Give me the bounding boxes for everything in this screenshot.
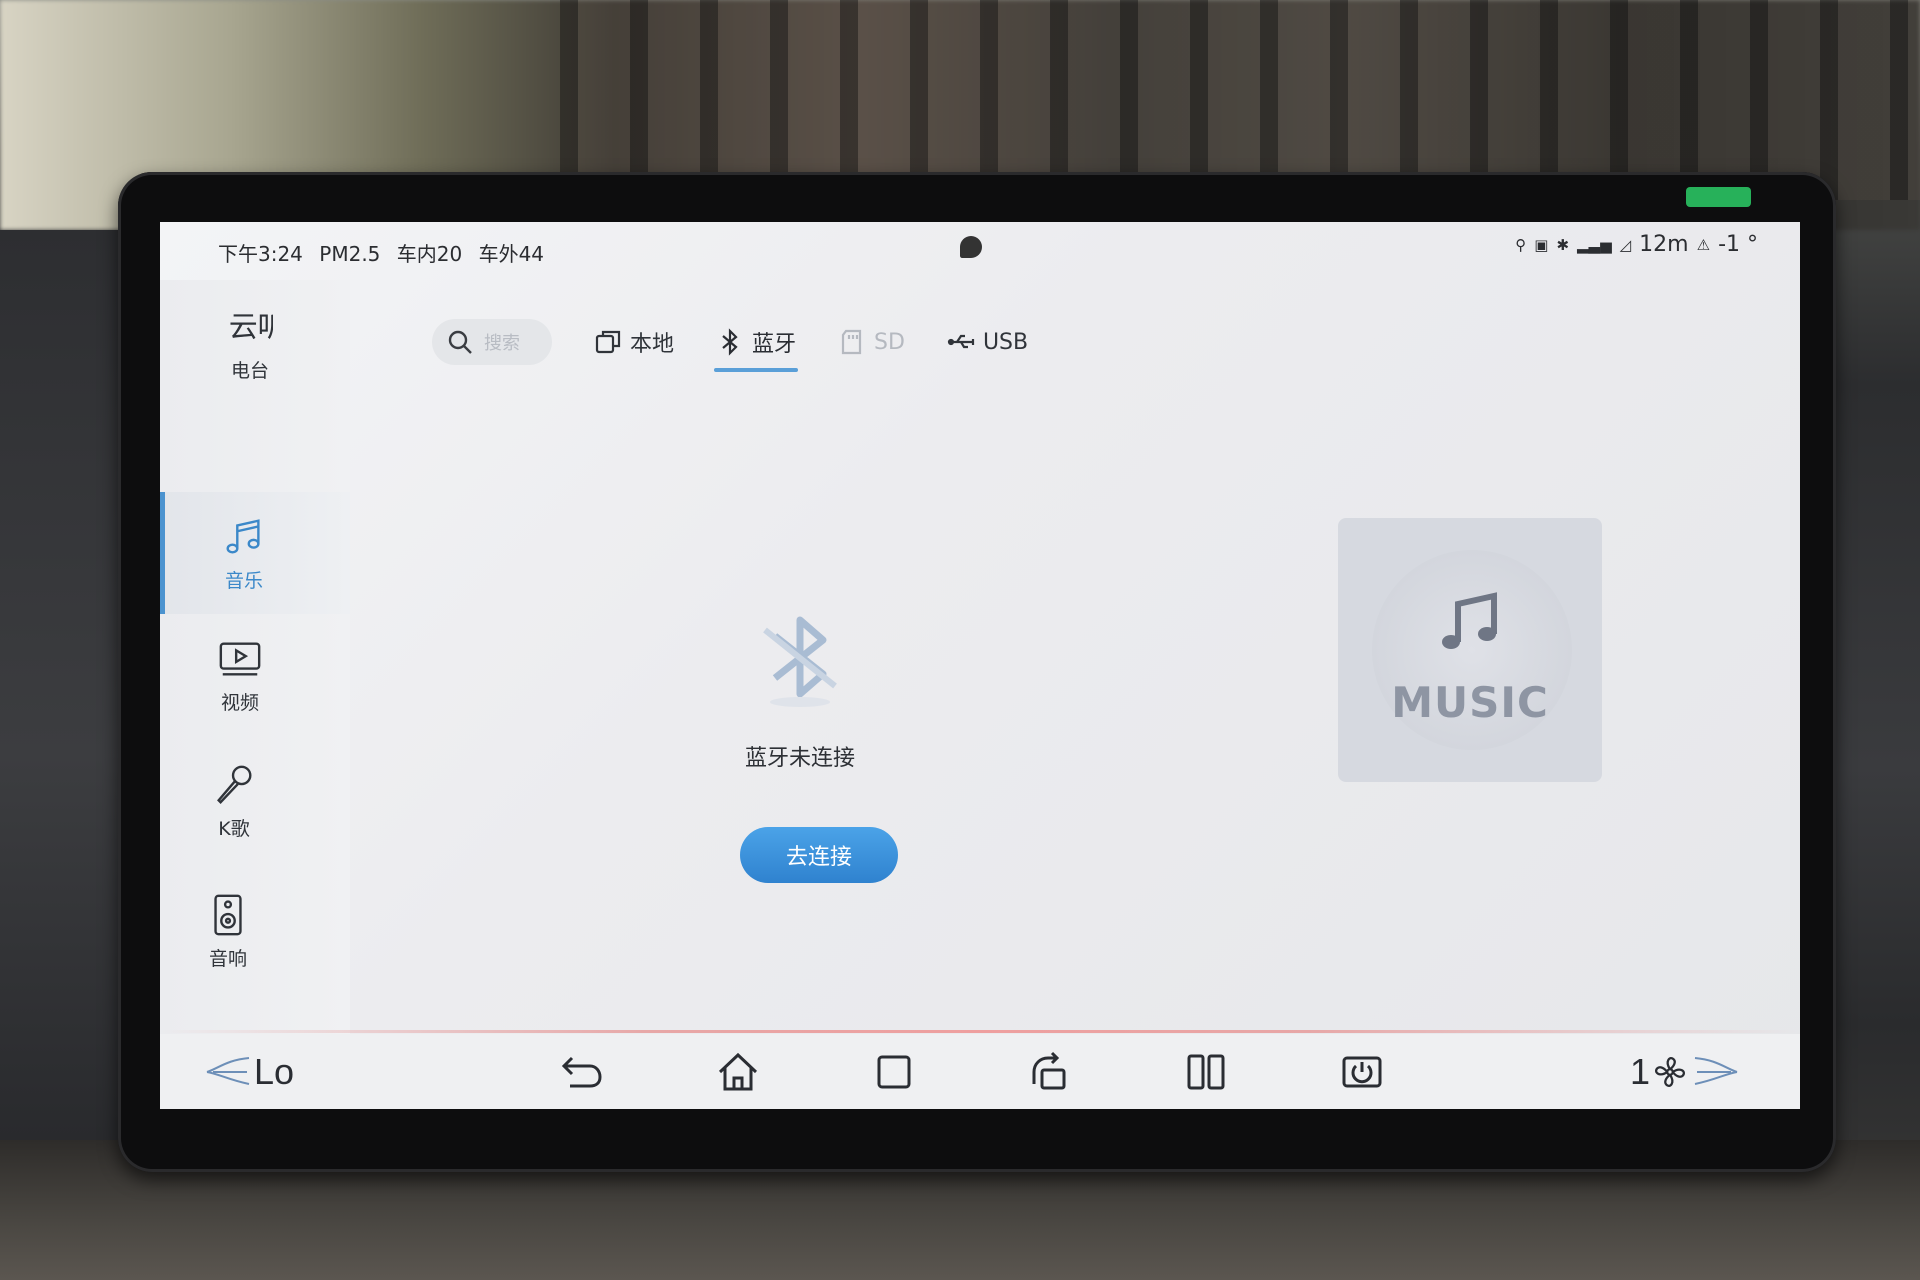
- cellular-icon: ▂▃▅: [1577, 235, 1612, 254]
- nav-item-radio[interactable]: 云听 电台: [190, 288, 310, 398]
- local-folder-icon: [595, 330, 621, 354]
- tab-label: 蓝牙: [752, 332, 797, 357]
- split-screen-icon: [1187, 1054, 1225, 1090]
- status-temp-right: -1 °: [1718, 232, 1758, 257]
- search-placeholder: 搜索: [484, 333, 520, 354]
- tab-bluetooth[interactable]: 蓝牙: [714, 312, 799, 372]
- speaker-icon: [214, 894, 242, 935]
- bluetooth-status-block: 蓝牙未连接: [700, 602, 900, 772]
- status-right: ⚲ ▣ ✱ ▂▃▅ ◿ 12m ⚠ -1 °: [1515, 232, 1758, 257]
- search-icon: [448, 330, 472, 354]
- recent-apps-button[interactable]: [872, 1050, 916, 1094]
- status-signal-label: 12m: [1639, 232, 1689, 257]
- right-climate-control[interactable]: 1: [1630, 1050, 1744, 1094]
- status-pm25: PM2.5: [319, 242, 381, 266]
- bezel-indicator: [1686, 187, 1751, 207]
- source-tabs: 搜索 本地 蓝牙 SD USB: [432, 312, 1028, 372]
- nav-label: 音乐: [224, 569, 263, 592]
- bottom-divider: [160, 1030, 1800, 1033]
- location-icon: ⚲: [1515, 235, 1527, 254]
- notification-icon[interactable]: [960, 236, 982, 258]
- bottom-bar: Lo 1: [160, 1034, 1800, 1109]
- tab-sd[interactable]: SD: [838, 312, 905, 372]
- sd-card-icon: [841, 329, 862, 355]
- nav-active-indicator: [160, 492, 165, 614]
- home-icon: [718, 1052, 758, 1091]
- tab-local[interactable]: 本地: [594, 312, 674, 372]
- recent-apps-icon: [877, 1055, 911, 1089]
- nav-item-karaoke[interactable]: K歌: [174, 746, 294, 856]
- screen-off-button[interactable]: [1340, 1050, 1384, 1094]
- fan-icon: [1655, 1057, 1686, 1087]
- svg-text:云听: 云听: [229, 309, 273, 343]
- album-art-placeholder: MUSIC: [1338, 518, 1602, 782]
- tab-usb[interactable]: USB: [947, 312, 1028, 372]
- fan-level: 1: [1630, 1051, 1651, 1092]
- air-flow-left-icon: [206, 1057, 250, 1085]
- screen-rotate-button[interactable]: [1028, 1050, 1072, 1094]
- nav-label: 电台: [230, 359, 269, 382]
- radio-icon: 云听: [229, 309, 273, 343]
- nav-label: K歌: [218, 817, 250, 840]
- back-icon: [561, 1056, 602, 1088]
- sim-icon: ▣: [1534, 235, 1549, 254]
- nav-item-music[interactable]: 音乐: [184, 498, 304, 608]
- bluetooth-disconnected-icon: [763, 616, 837, 707]
- status-bar: 下午3:24 PM2.5 车内20 车外44 ⚲ ▣ ✱ ▂▃▅ ◿ 12m ⚠…: [160, 222, 1800, 278]
- warning-icon: ⚠: [1696, 235, 1711, 254]
- nav-item-video[interactable]: 视频: [180, 620, 300, 730]
- status-time: 下午3:24: [218, 242, 303, 266]
- bluetooth-status-icon: ✱: [1556, 235, 1570, 254]
- nav-label: 音响: [208, 947, 247, 970]
- back-button[interactable]: [560, 1050, 604, 1094]
- search-input[interactable]: 搜索: [432, 319, 552, 365]
- nav-label: 视频: [220, 691, 259, 714]
- music-note-icon: [1442, 592, 1497, 649]
- bluetooth-status-text: 蓝牙未连接: [744, 746, 855, 771]
- tab-label: USB: [982, 329, 1029, 355]
- status-left: 下午3:24 PM2.5 车内20 车外44: [218, 238, 554, 267]
- air-flow-right-icon: [1694, 1057, 1738, 1085]
- tab-label: SD: [874, 329, 905, 355]
- left-temp: Lo: [254, 1051, 295, 1092]
- bluetooth-icon: [722, 328, 738, 356]
- status-inside-temp: 车内20: [396, 242, 463, 266]
- nav-item-speaker[interactable]: 音响: [168, 876, 288, 986]
- left-climate-control[interactable]: Lo: [200, 1050, 294, 1094]
- infotainment-screen: 下午3:24 PM2.5 车内20 车外44 ⚲ ▣ ✱ ▂▃▅ ◿ 12m ⚠…: [160, 222, 1800, 1109]
- background-building: [560, 0, 1920, 200]
- side-nav: 云听 电台 音乐 视频 K: [160, 280, 350, 1070]
- home-button[interactable]: [716, 1050, 760, 1094]
- power-icon: [1342, 1056, 1382, 1088]
- road-icon: ◿: [1619, 235, 1632, 254]
- connect-button[interactable]: 去连接: [740, 827, 898, 883]
- status-outside-temp: 车外44: [478, 242, 545, 266]
- music-note-icon: [226, 518, 260, 554]
- tab-label: 本地: [630, 332, 675, 357]
- video-icon: [219, 641, 261, 676]
- split-screen-button[interactable]: [1184, 1050, 1228, 1094]
- microphone-icon: [217, 765, 252, 804]
- screen-rotate-icon: [1032, 1051, 1066, 1090]
- album-placeholder-text: MUSIC: [1391, 678, 1549, 727]
- usb-icon: [947, 334, 975, 349]
